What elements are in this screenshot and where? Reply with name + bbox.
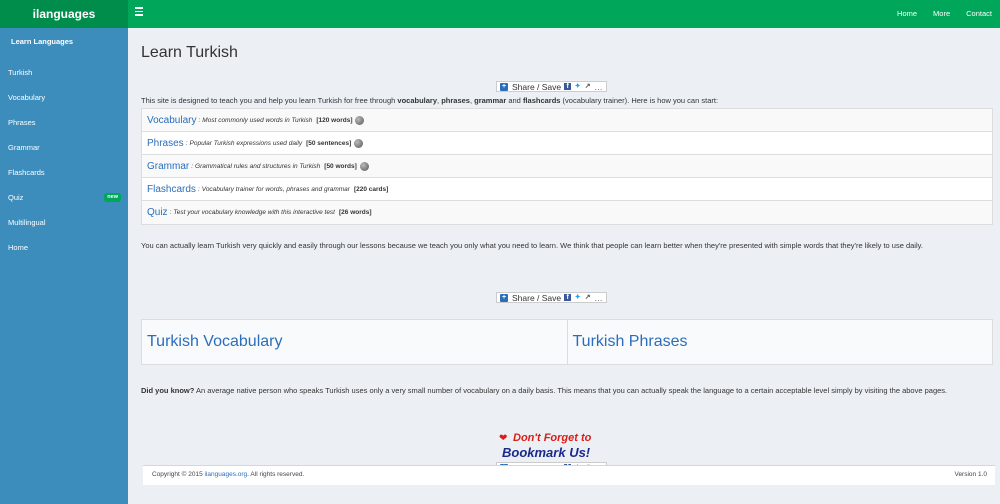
main-content: Learn Turkish + Share / Save f ✦ ↗ … Thi… (128, 28, 1000, 504)
list-item-description: Popular Turkish expressions used daily (189, 139, 303, 147)
page-title: Learn Turkish (141, 44, 238, 61)
sidebar-item-multilingual[interactable]: Multilingual (0, 210, 128, 235)
vocabulary-card[interactable]: Turkish Vocabulary (142, 320, 567, 364)
copyright-text: Copyright © 2015 ilanguages.org. All rig… (152, 471, 305, 478)
list-item: Grammar: Grammatical rules and structure… (142, 155, 992, 178)
quiz-link[interactable]: Quiz (147, 207, 168, 218)
sidebar-item-label: Home (8, 243, 29, 252)
audio-icon[interactable] (355, 115, 365, 125)
heart-icon: ❤ (499, 433, 508, 444)
turkish-phrases-link[interactable]: Turkish Phrases (573, 333, 688, 351)
list-item-count: [120 words] (316, 116, 353, 124)
menu-toggle-icon[interactable] (135, 7, 143, 16)
list-item: Vocabulary: Most commonly used words in … (142, 109, 992, 132)
sidebar-item-label: Quiz (8, 193, 24, 202)
flashcards-link[interactable]: Flashcards (147, 184, 196, 195)
sidebar-item-label: Vocabulary (8, 93, 46, 102)
share-arrow-icon[interactable]: ↗ (584, 294, 591, 301)
sidebar-item-flashcards[interactable]: Flashcards (0, 160, 128, 185)
share-label: Share / Save (512, 292, 562, 303)
list-item: Quiz: Test your vocabulary knowledge wit… (142, 201, 992, 224)
list-item: Flashcards: Vocabulary trainer for words… (142, 178, 992, 201)
twitter-icon[interactable]: ✦ (574, 83, 581, 90)
nav-contact-link[interactable]: Contact (966, 0, 992, 28)
sidebar-item-label: Turkish (8, 68, 33, 77)
list-item-count: [50 words] (324, 162, 357, 170)
new-badge: new (104, 193, 121, 202)
copyright-link[interactable]: ilanguages.org (205, 471, 248, 478)
sidebar-item-phrases[interactable]: Phrases (0, 110, 128, 135)
intro-text: This site is designed to teach you and h… (141, 96, 719, 105)
share-save-button[interactable]: + Share / Save f ✦ ↗ … (496, 292, 607, 303)
vocabulary-link[interactable]: Vocabulary (147, 115, 196, 126)
feature-cards: Turkish Vocabulary Turkish Phrases (141, 319, 993, 365)
phrases-card[interactable]: Turkish Phrases (566, 320, 992, 364)
grammar-link[interactable]: Grammar (147, 161, 189, 172)
did-you-know-label: Did you know? (141, 386, 195, 395)
sidebar-item-label: Multilingual (8, 218, 46, 227)
top-nav-links: Home More Contact (881, 0, 992, 28)
facebook-icon[interactable]: f (564, 294, 572, 301)
sidebar-item-grammar[interactable]: Grammar (0, 135, 128, 160)
did-you-know-text: An average native person who speaks Turk… (194, 386, 948, 395)
list-item-count: [26 words] (339, 209, 372, 216)
facebook-icon[interactable]: f (564, 83, 572, 90)
sidebar-item-quiz[interactable]: Quiz new (0, 185, 128, 210)
nav-more-link[interactable]: More (933, 0, 950, 28)
list-item-count: [50 sentences] (306, 139, 352, 147)
sidebar-item-turkish[interactable]: Turkish (0, 60, 128, 85)
nav-home-link[interactable]: Home (897, 0, 917, 28)
turkish-vocabulary-link[interactable]: Turkish Vocabulary (147, 333, 282, 351)
list-item-description: Test your vocabulary knowledge with this… (173, 209, 335, 216)
sidebar-item-label: Grammar (8, 143, 40, 152)
lessons-list: Vocabulary: Most commonly used words in … (141, 108, 993, 225)
footer: Copyright © 2015 ilanguages.org. All rig… (143, 465, 995, 485)
share-more[interactable]: … (594, 82, 603, 92)
bookmark-banner[interactable]: ❤ Don't Forget to Bookmark Us! (499, 431, 637, 461)
list-item-description: Vocabulary trainer for words, phrases an… (201, 185, 350, 193)
phrases-link[interactable]: Phrases (147, 138, 184, 149)
sidebar-item-label: Phrases (8, 118, 36, 127)
audio-icon[interactable] (354, 138, 364, 148)
list-item: Phrases: Popular Turkish expressions use… (142, 132, 992, 155)
sidebar-header: Learn Languages (11, 37, 74, 46)
brand-logo[interactable]: ilanguages (0, 0, 128, 28)
top-navbar: ilanguages Home More Contact (0, 0, 1000, 28)
share-label: Share / Save (512, 81, 562, 92)
list-item-description: Most commonly used words in Turkish (202, 116, 313, 124)
sidebar-item-label: Flashcards (8, 168, 45, 177)
list-item-count: [220 cards] (353, 185, 389, 193)
share-arrow-icon[interactable]: ↗ (584, 83, 591, 90)
share-more[interactable]: … (594, 293, 603, 303)
did-you-know-paragraph: Did you know? An average native person w… (141, 385, 993, 398)
intro-paragraph: You can actually learn Turkish very quic… (141, 241, 923, 250)
sidebar-item-vocabulary[interactable]: Vocabulary (0, 85, 128, 110)
share-save-button[interactable]: + Share / Save f ✦ ↗ … (496, 81, 607, 92)
sidebar: Learn Languages Turkish Vocabulary Phras… (0, 28, 128, 504)
audio-icon[interactable] (359, 161, 369, 171)
share-plus-icon: + (500, 293, 508, 302)
share-plus-icon: + (500, 82, 508, 91)
twitter-icon[interactable]: ✦ (574, 294, 581, 301)
version-text: Version 1.0 (954, 471, 987, 478)
sidebar-item-home[interactable]: Home (0, 235, 128, 260)
list-item-description: Grammatical rules and structures in Turk… (195, 162, 321, 170)
